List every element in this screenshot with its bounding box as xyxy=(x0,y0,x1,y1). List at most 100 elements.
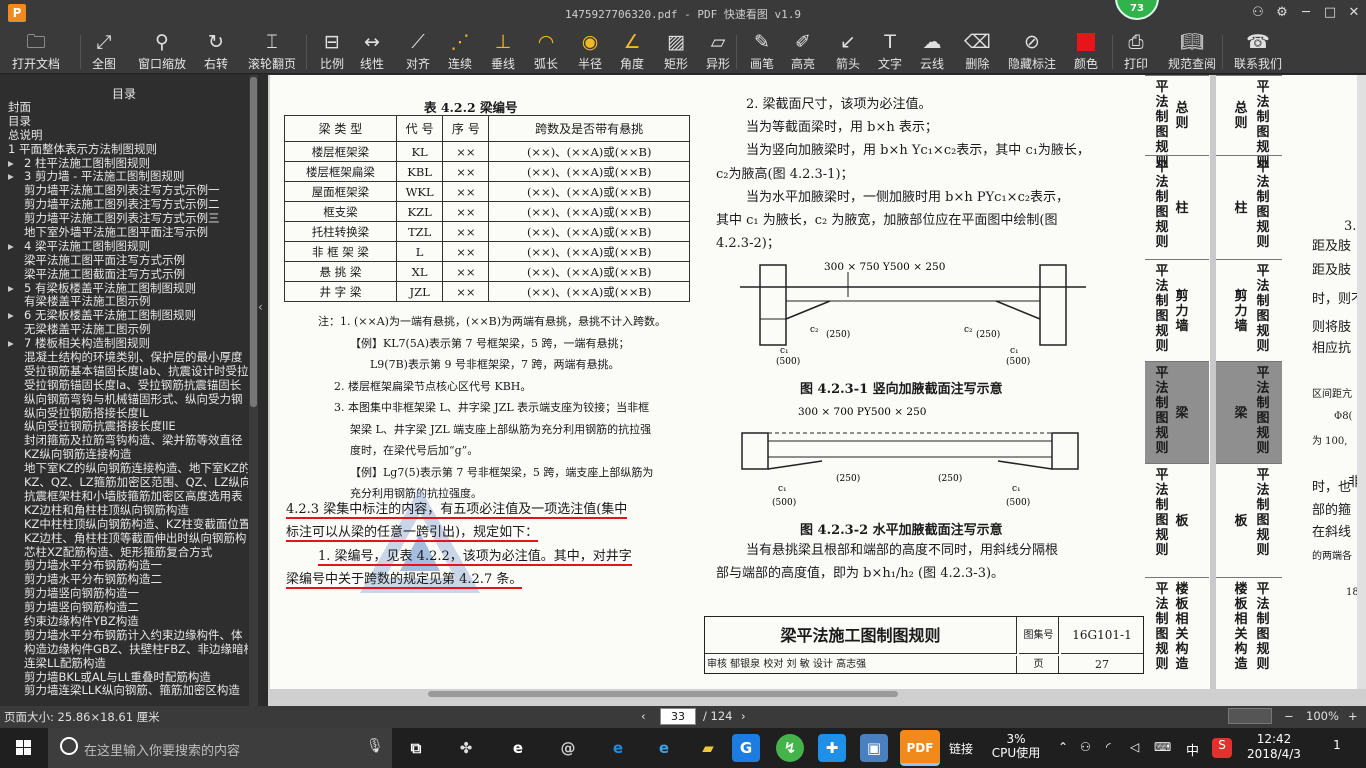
toc-item[interactable]: 纵向受拉钢筋抗震搭接长度llE xyxy=(0,420,248,434)
toolbar-button-12[interactable]: ∠ 角度 xyxy=(620,29,644,73)
toolbar-button-15[interactable]: ✎ 画笔 xyxy=(750,29,774,73)
toc-item[interactable]: KZ、QZ、LZ箍筋加密区范围、QZ、LZ纵向钢 xyxy=(0,476,248,490)
toc-item[interactable]: 1 平面整体表示方法制图规则 xyxy=(0,143,248,157)
toc-item[interactable]: KZ中柱柱顶纵向钢筋构造、KZ柱变截面位置 xyxy=(0,518,248,532)
chapter-tab-2[interactable]: 平法制图规则 剪力墙 xyxy=(1145,259,1209,361)
expand-arrow-icon[interactable]: ▸ xyxy=(8,309,24,323)
toc-item[interactable]: 剪力墙竖向钢筋构造一 xyxy=(0,587,248,601)
toc-item[interactable]: 剪力墙水平分布钢筋计入约束边缘构件、体 xyxy=(0,629,248,643)
toolbar-button-7[interactable]: ⟋ 对齐 xyxy=(406,29,430,73)
toc-item[interactable]: ▸ 5 有梁板楼盖平法施工图制图规则 xyxy=(0,282,248,296)
toc-item[interactable]: 目录 xyxy=(0,115,248,129)
expand-arrow-icon[interactable]: ▸ xyxy=(8,282,24,296)
expand-arrow-icon[interactable]: ▸ xyxy=(8,337,24,351)
chapter-tab-next-4[interactable]: 平法制图规则板 xyxy=(1216,463,1282,577)
toolbar-button-21[interactable]: ⊘ 隐藏标注 xyxy=(1008,29,1056,73)
chapter-tab-next-0[interactable]: 平法制图规则 总则 xyxy=(1216,75,1282,170)
toc-item[interactable]: 封面 xyxy=(0,101,248,115)
chapter-tab-5[interactable]: 平法制图规则 楼板相关构造 xyxy=(1145,577,1209,675)
toc-item[interactable]: 纵向钢筋弯钩与机械锚固形式、纵向受力钢 xyxy=(0,393,248,407)
toc-item[interactable]: ▸ 6 无梁板楼盖平法施工图制图规则 xyxy=(0,309,248,323)
toolbar-button-0[interactable]: 🗀 打开文档 xyxy=(12,29,60,73)
next-page-button[interactable]: › xyxy=(741,709,746,723)
toc-item[interactable]: 总说明 xyxy=(0,129,248,143)
maximize-button[interactable]: □ xyxy=(1321,4,1339,22)
expand-arrow-icon[interactable]: ▸ xyxy=(8,157,24,171)
toc-item[interactable]: 地下室KZ的纵向钢筋连接构造、地下室KZ的 xyxy=(0,462,248,476)
toolbar-button-10[interactable]: ◠ 弧长 xyxy=(534,29,558,73)
toc-item[interactable]: 受拉钢筋基本锚固长度lab、抗震设计时受拉 xyxy=(0,365,248,379)
spiral-app-icon[interactable]: @ xyxy=(554,734,582,762)
toc-item[interactable]: 剪力墙BKL或AL与LL重叠时配筋构造 xyxy=(0,671,248,685)
chapter-tab-3[interactable]: 平法制图规则梁 xyxy=(1145,361,1209,463)
toolbar-button-5[interactable]: ⊟ 比例 xyxy=(320,29,344,73)
toolbar-button-23[interactable]: ⎙ 打印 xyxy=(1124,29,1148,73)
toc-item[interactable]: 芯柱XZ配筋构造、矩形箍筋复合方式 xyxy=(0,546,248,560)
people-icon[interactable]: ⚇ xyxy=(1080,740,1091,754)
toc-item[interactable]: ▸ 4 梁平法施工图制图规则 xyxy=(0,240,248,254)
volume-icon[interactable]: ◁ xyxy=(1130,740,1139,754)
toc-item[interactable]: KZ边柱、角柱柱顶等截面伸出时纵向钢筋构 xyxy=(0,532,248,546)
toc-item[interactable]: 约束边缘构件YBZ构造 xyxy=(0,615,248,629)
ime-indicator[interactable]: 中 xyxy=(1186,740,1199,759)
chapter-tab-next-2[interactable]: 平法制图规则 剪力墙 xyxy=(1216,259,1282,361)
zoom-in-button[interactable]: + xyxy=(1348,709,1358,723)
windows-start-icon[interactable] xyxy=(0,728,48,768)
pdf-viewer-taskbar-icon[interactable]: PDF xyxy=(900,730,940,766)
zoom-out-button[interactable]: − xyxy=(1284,709,1294,723)
ie-browser-icon[interactable]: e xyxy=(650,734,678,762)
wifi-icon[interactable]: ◜ xyxy=(1106,740,1111,754)
toc-item[interactable]: 有梁楼盖平法施工图示例 xyxy=(0,295,248,309)
toolbar-button-2[interactable]: ⚲ 窗口缩放 xyxy=(138,29,186,73)
toolbar-button-4[interactable]: ⌶ 滚轮翻页 xyxy=(248,29,296,73)
view-mode-buttons[interactable] xyxy=(1228,708,1272,724)
document-vertical-scrollbar[interactable] xyxy=(1357,75,1366,689)
chapter-tab-next-3[interactable]: 平法制图规则梁 xyxy=(1216,361,1282,463)
fan-app-icon[interactable]: ✤ xyxy=(452,734,480,762)
toolbar-button-24[interactable]: 📖︎ 规范查阅 xyxy=(1168,29,1216,73)
toolbar-button-17[interactable]: ↙ 箭头 xyxy=(836,29,860,73)
toolbar-button-18[interactable]: T 文字 xyxy=(878,29,902,73)
toc-item[interactable]: 剪力墙平法施工图列表注写方式示例三 xyxy=(0,212,248,226)
toc-item[interactable]: 剪力墙水平分布钢筋构造一 xyxy=(0,559,248,573)
toc-item[interactable]: 无梁楼盖平法施工图示例 xyxy=(0,323,248,337)
toc-item[interactable]: 梁平法施工图平面注写方式示例 xyxy=(0,254,248,268)
toolbar-button-6[interactable]: ↔ 线性 xyxy=(360,29,384,73)
toc-item[interactable]: 剪力墙连梁LLK纵向钢筋、箍筋加密区构造 xyxy=(0,684,248,698)
task-view-icon[interactable]: ⧉ xyxy=(402,734,430,762)
toolbar-button-11[interactable]: ◉ 半径 xyxy=(578,29,602,73)
toc-item[interactable]: 连梁LL配筋构造 xyxy=(0,657,248,671)
page-number-input[interactable]: 33 xyxy=(660,708,696,725)
expand-arrow-icon[interactable]: ▸ xyxy=(8,240,24,254)
clock[interactable]: 12:42 2018/4/3 xyxy=(1244,732,1304,762)
link-label[interactable]: 链接 xyxy=(946,740,976,757)
toc-item[interactable]: 剪力墙水平分布钢筋构造二 xyxy=(0,573,248,587)
keyboard-icon[interactable]: ⌨ xyxy=(1154,740,1171,754)
chapter-tab-4[interactable]: 平法制图规则板 xyxy=(1145,463,1209,577)
toolbar-button-16[interactable]: ✐ 高亮 xyxy=(791,29,815,73)
expand-arrow-icon[interactable]: ▸ xyxy=(8,170,24,184)
toolbar-button-14[interactable]: ▱ 异形 xyxy=(706,29,730,73)
chapter-tab-next-5[interactable]: 平法制图规则 楼板相关构造 xyxy=(1216,577,1282,675)
edge-icon[interactable]: e xyxy=(604,734,632,762)
toc-item[interactable]: 剪力墙竖向钢筋构造二 xyxy=(0,601,248,615)
toolbar-button-1[interactable]: ⤢ 全图 xyxy=(92,29,116,73)
user-icon[interactable]: ⚇ xyxy=(1249,4,1267,22)
toolbar-button-3[interactable]: ↻ 右转 xyxy=(204,29,228,73)
tray-expand-icon[interactable]: ⌃ xyxy=(1058,740,1068,754)
toc-item[interactable]: 抗震框架柱和小墙肢箍筋加密区高度选用表 xyxy=(0,490,248,504)
toolbar-button-22[interactable]: 颜色 xyxy=(1074,29,1098,73)
toc-item[interactable]: 剪力墙平法施工图列表注写方式示例一 xyxy=(0,184,248,198)
file-explorer-icon[interactable]: ▰ xyxy=(694,734,722,762)
chapter-tab-0[interactable]: 平法制图规则 总则 xyxy=(1145,75,1209,170)
microphone-icon[interactable]: 🎙︎ xyxy=(366,738,384,754)
settings-icon[interactable]: ⚙ xyxy=(1273,4,1291,22)
toolbar-button-25[interactable]: ☎ 联系我们 xyxy=(1234,29,1282,73)
toc-item[interactable]: 梁平法施工图截面注写方式示例 xyxy=(0,268,248,282)
minimize-button[interactable]: ─ xyxy=(1297,4,1315,22)
toolbar-button-19[interactable]: ☁ 云线 xyxy=(920,29,944,73)
toc-item[interactable]: 构造边缘构件GBZ、扶壁柱FBZ、非边缘暗柱 xyxy=(0,643,248,657)
toolbar-button-13[interactable]: ▨ 矩形 xyxy=(664,29,688,73)
green-app-icon[interactable]: ↯ xyxy=(776,734,804,762)
collapse-sidebar-icon[interactable]: ‹ xyxy=(258,300,268,324)
